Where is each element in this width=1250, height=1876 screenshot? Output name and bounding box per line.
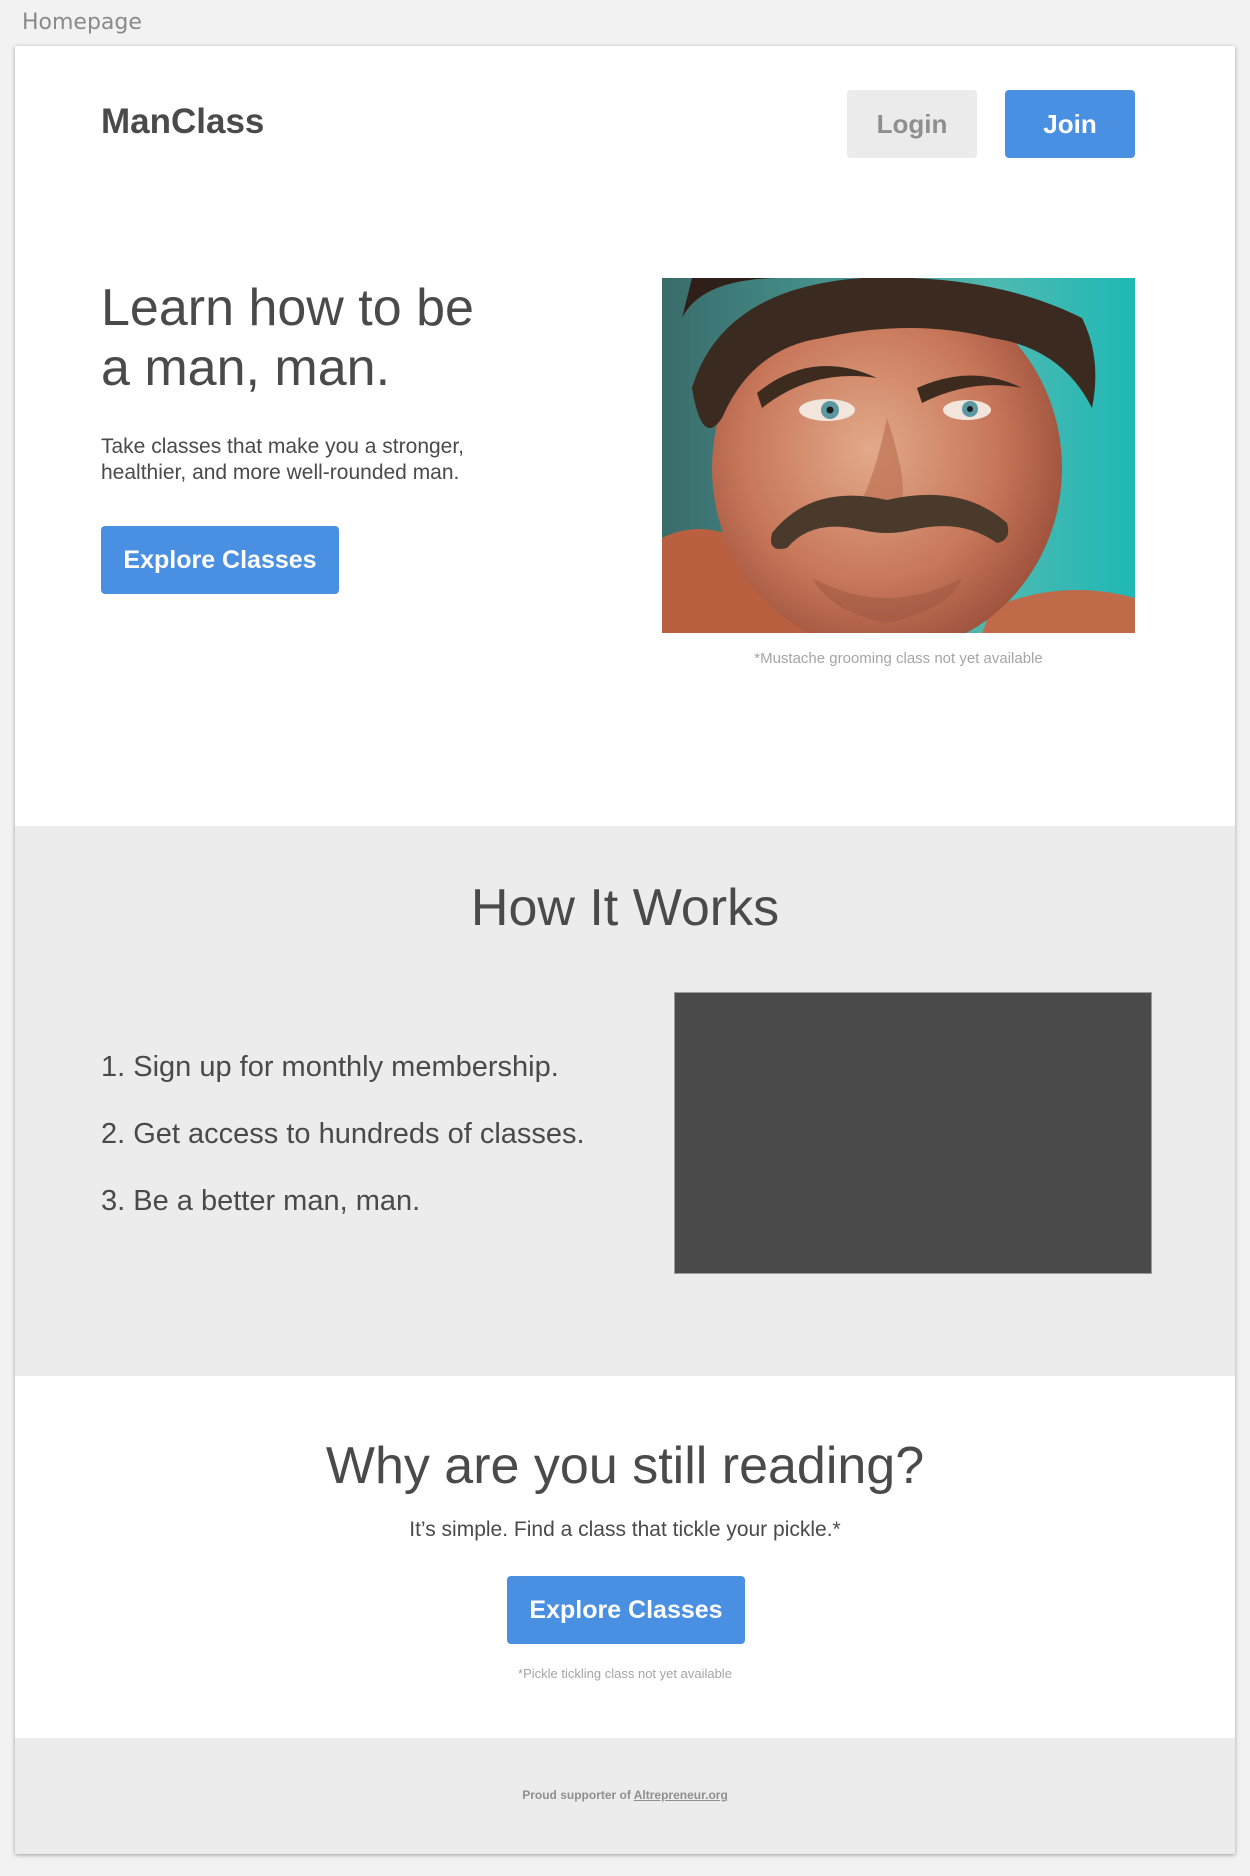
login-button[interactable]: Login xyxy=(847,90,977,158)
hero-photo-caption: *Mustache grooming class not yet availab… xyxy=(754,650,1043,667)
hero-subtitle-line2: healthier, and more well-rounded man. xyxy=(101,461,460,484)
explore-classes-button-bottom[interactable]: Explore Classes xyxy=(507,1576,745,1644)
cta-section: Why are you still reading? It’s simple. … xyxy=(15,1376,1235,1738)
homepage-artboard: ManClass Login Join Learn how to be a ma… xyxy=(15,46,1235,1854)
logo[interactable]: ManClass xyxy=(101,102,264,142)
hero-title: Learn how to be a man, man. xyxy=(101,278,561,398)
hero-subtitle: Take classes that make you a stronger, h… xyxy=(101,434,501,486)
join-button[interactable]: Join xyxy=(1005,90,1135,158)
media-placeholder xyxy=(674,992,1152,1274)
artboard-label: Homepage xyxy=(22,10,142,35)
step-item: 1. Sign up for monthly membership. xyxy=(101,1051,559,1083)
explore-classes-button[interactable]: Explore Classes xyxy=(101,526,339,594)
footer-text: Proud supporter of Altrepreneur.org xyxy=(15,1788,1235,1802)
cta-caption: *Pickle tickling class not yet available xyxy=(518,1666,732,1681)
altrepreneur-link[interactable]: Altrepreneur.org xyxy=(634,1788,728,1802)
how-it-works-section: How It Works 1. Sign up for monthly memb… xyxy=(15,826,1235,1376)
hero-title-line1: Learn how to be xyxy=(101,279,474,337)
hero-subtitle-line1: Take classes that make you a stronger, xyxy=(101,435,465,458)
cta-subtitle: It’s simple. Find a class that tickle yo… xyxy=(409,1518,841,1541)
footer-prefix: Proud supporter of xyxy=(522,1788,631,1802)
step-item: 2. Get access to hundreds of classes. xyxy=(101,1118,585,1150)
site-header: ManClass Login Join xyxy=(15,46,1235,186)
mustache-man-photo xyxy=(662,278,1135,633)
step-item: 3. Be a better man, man. xyxy=(101,1185,421,1217)
hero-photo xyxy=(662,278,1135,633)
how-it-works-title: How It Works xyxy=(470,879,780,937)
cta-title: Why are you still reading? xyxy=(325,1437,925,1495)
hero-title-line2: a man, man. xyxy=(101,339,391,397)
site-footer: Proud supporter of Altrepreneur.org xyxy=(15,1738,1235,1854)
steps-list: 1. Sign up for monthly membership. 2. Ge… xyxy=(101,1050,585,1251)
